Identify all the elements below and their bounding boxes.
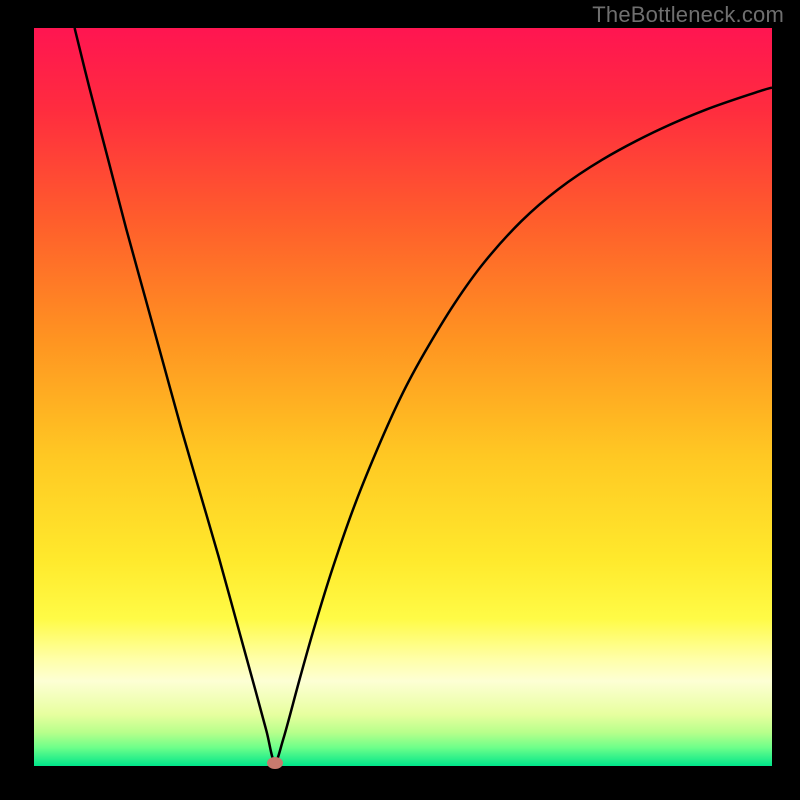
optimal-point-marker <box>267 757 283 769</box>
plot-area <box>34 28 772 772</box>
bottleneck-curve <box>34 28 772 772</box>
watermark-text: TheBottleneck.com <box>592 2 784 28</box>
chart-frame: TheBottleneck.com <box>0 0 800 800</box>
